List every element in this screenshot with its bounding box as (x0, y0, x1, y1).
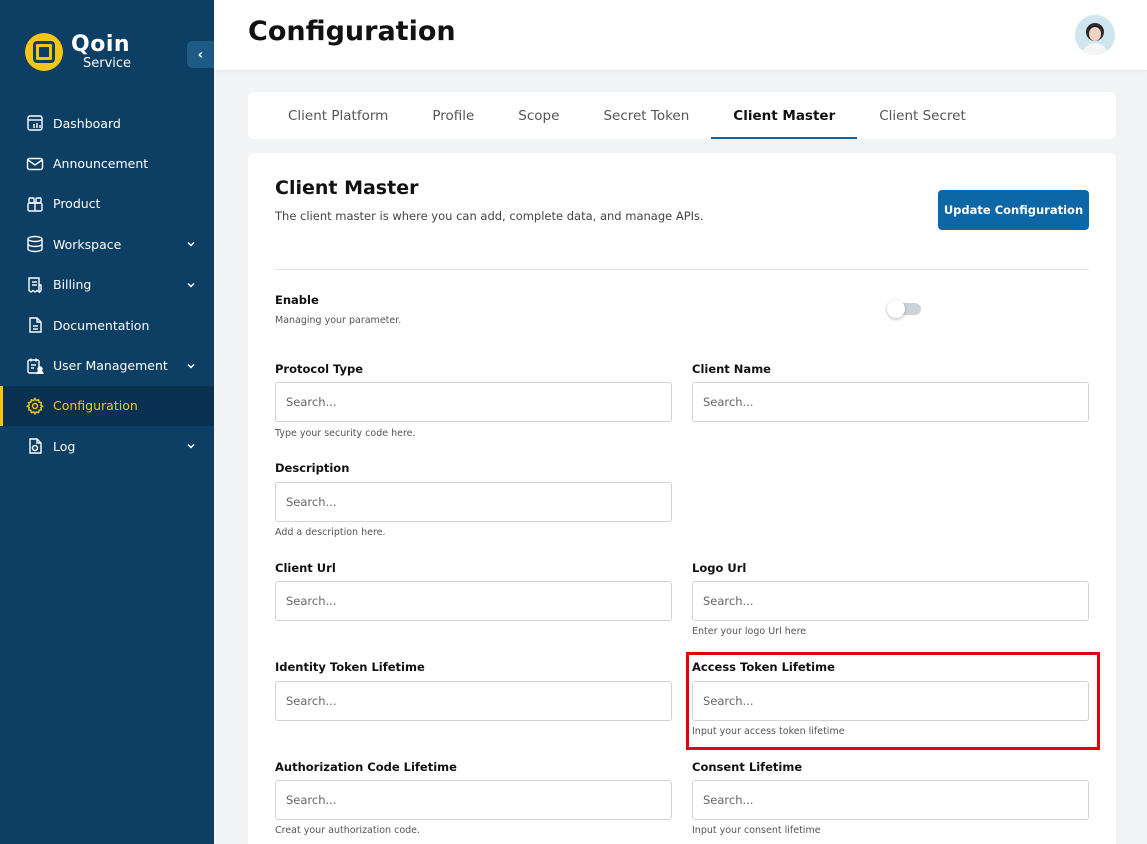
consent-lifetime-help: Input your consent lifetime (692, 825, 821, 836)
receipt-icon (26, 276, 44, 294)
tab-profile[interactable]: Profile (410, 92, 496, 139)
brand-sub: Service (83, 56, 132, 71)
sidebar-item-label: Documentation (53, 317, 150, 333)
logo-url-label: Logo Url (692, 561, 747, 575)
brand-logo[interactable]: Qoin Service (25, 33, 131, 71)
logo-url-help: Enter your logo Url here (692, 626, 807, 637)
box-icon (26, 195, 44, 213)
sidebar-item-label: Billing (53, 277, 92, 293)
tab-client-platform[interactable]: Client Platform (266, 92, 410, 139)
protocol-type-input[interactable] (275, 382, 672, 422)
protocol-type-label: Protocol Type (275, 362, 364, 376)
update-configuration-button[interactable]: Update Configuration (938, 190, 1089, 230)
card-title: Client Master (275, 177, 419, 199)
user-list-icon (26, 357, 44, 375)
sidebar-item-announcement[interactable]: Announcement (0, 143, 214, 183)
identity-token-lifetime-input[interactable] (275, 681, 672, 721)
page-title: Configuration (248, 16, 456, 47)
sidebar-item-product[interactable]: Product (0, 184, 214, 224)
top-header: Configuration (214, 0, 1147, 70)
config-tabs: Client Platform Profile Scope Secret Tok… (248, 92, 1116, 139)
tab-client-master[interactable]: Client Master (711, 92, 858, 139)
description-input[interactable] (275, 482, 672, 522)
sidebar: Qoin Service ‹ Dashboard Announcement Pr… (0, 0, 214, 844)
description-label: Description (275, 461, 350, 475)
dashboard-icon (26, 114, 44, 132)
sidebar-nav: Dashboard Announcement Product Workspace (0, 103, 214, 467)
consent-lifetime-input[interactable] (692, 780, 1089, 820)
document-icon (26, 316, 44, 334)
sidebar-item-log[interactable]: Log (0, 426, 214, 466)
client-url-input[interactable] (275, 581, 672, 621)
consent-lifetime-label: Consent Lifetime (692, 760, 803, 774)
sidebar-item-documentation[interactable]: Documentation (0, 305, 214, 345)
avatar-icon (1075, 15, 1115, 55)
enable-label: Enable (275, 293, 319, 307)
sidebar-collapse-button[interactable]: ‹ (187, 41, 214, 68)
card-subtitle: The client master is where you can add, … (275, 209, 704, 223)
sidebar-item-label: Announcement (53, 156, 149, 172)
toggle-knob (887, 300, 905, 318)
access-token-lifetime-input[interactable] (692, 681, 1089, 721)
logo-url-input[interactable] (692, 581, 1089, 621)
tab-client-secret[interactable]: Client Secret (857, 92, 988, 139)
divider (275, 269, 1089, 270)
client-name-label: Client Name (692, 362, 771, 376)
description-help: Add a description here. (275, 527, 386, 538)
qoin-logo-icon (25, 33, 63, 71)
chevron-down-icon (186, 441, 196, 451)
authorization-code-lifetime-label: Authorization Code Lifetime (275, 760, 457, 774)
user-avatar[interactable] (1075, 15, 1115, 55)
access-token-lifetime-help: Input your access token lifetime (692, 726, 845, 737)
sidebar-item-label: Workspace (53, 236, 122, 252)
tab-secret-token[interactable]: Secret Token (581, 92, 711, 139)
mail-icon (26, 155, 44, 173)
client-url-label: Client Url (275, 561, 336, 575)
client-master-card: Client Master The client master is where… (248, 153, 1116, 844)
database-icon (26, 235, 44, 253)
chevron-down-icon (186, 280, 196, 290)
sidebar-item-workspace[interactable]: Workspace (0, 224, 214, 264)
client-name-input[interactable] (692, 382, 1089, 422)
sidebar-item-label: Configuration (53, 398, 138, 414)
log-icon (26, 437, 44, 455)
identity-token-lifetime-label: Identity Token Lifetime (275, 660, 425, 674)
brand-name: Qoin (71, 32, 131, 57)
protocol-type-help: Type your security code here. (275, 428, 416, 439)
sidebar-item-dashboard[interactable]: Dashboard (0, 103, 214, 143)
sidebar-item-label: Dashboard (53, 115, 121, 131)
enable-toggle[interactable] (887, 300, 921, 318)
tab-scope[interactable]: Scope (496, 92, 581, 139)
gear-icon (26, 397, 44, 415)
authorization-code-lifetime-help: Creat your authorization code. (275, 825, 421, 836)
sidebar-item-billing[interactable]: Billing (0, 265, 214, 305)
sidebar-item-label: Product (53, 196, 101, 212)
access-token-lifetime-label: Access Token Lifetime (692, 660, 835, 674)
authorization-code-lifetime-input[interactable] (275, 780, 672, 820)
chevron-down-icon (186, 239, 196, 249)
sidebar-item-label: User Management (53, 358, 168, 374)
sidebar-item-configuration[interactable]: Configuration (0, 385, 214, 427)
sidebar-item-label: Log (53, 438, 76, 454)
enable-help: Managing your parameter. (275, 315, 402, 326)
chevron-down-icon (186, 361, 196, 371)
sidebar-item-user-management[interactable]: User Management (0, 345, 214, 385)
